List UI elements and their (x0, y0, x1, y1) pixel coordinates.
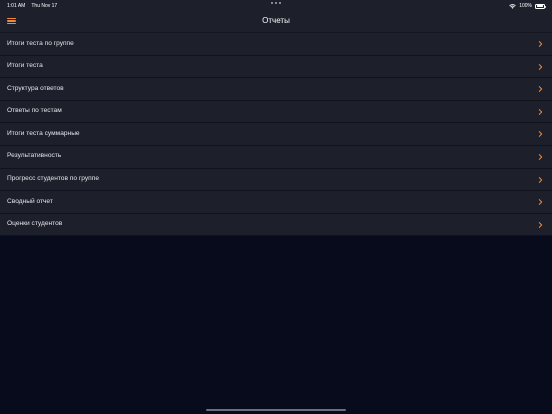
list-item-label: Сводный отчет (7, 197, 53, 205)
list-item[interactable]: Структура ответов (0, 78, 552, 101)
page-title: Отчеты (262, 16, 290, 25)
battery-icon (535, 3, 546, 9)
status-date: Thu Nov 17 (31, 3, 58, 9)
chevron-right-icon (538, 86, 543, 93)
list-item-label: Итоги теста суммарные (7, 129, 80, 137)
chevron-right-icon (538, 108, 543, 115)
chevron-right-icon (538, 199, 543, 206)
list-item-label: Результативность (7, 152, 62, 160)
list-item[interactable]: Сводный отчет (0, 191, 552, 214)
status-left: 1:01 AM Thu Nov 17 (7, 3, 57, 9)
home-indicator[interactable] (206, 409, 346, 411)
list-item-label: Структура ответов (7, 84, 64, 92)
list-item-label: Прогресс студентов по группе (7, 175, 99, 183)
list-item[interactable]: Прогресс студентов по группе (0, 168, 552, 192)
battery-percent: 100% (519, 3, 532, 9)
reports-list: Итоги теста по группе Итоги теста Структур… (0, 33, 552, 237)
list-item[interactable]: Итоги теста суммарные (0, 123, 552, 146)
chevron-right-icon (538, 221, 543, 228)
wifi-icon (509, 3, 517, 9)
list-item[interactable]: Оценки студентов (0, 213, 552, 237)
list-item[interactable]: Результативность (0, 145, 552, 169)
reports-screen: 1:01 AM Thu Nov 17 100% Отчеты Итоги тес… (0, 0, 552, 414)
chevron-right-icon (538, 41, 543, 47)
status-right: 100% (509, 3, 546, 9)
list-item[interactable]: Итоги теста по группе (0, 33, 552, 56)
list-item-label: Оценки студентов (7, 220, 63, 228)
status-time: 1:01 AM (7, 3, 26, 9)
chevron-right-icon (538, 131, 543, 138)
navigation-bar: Отчеты (0, 11, 552, 33)
list-item[interactable]: Ответы по тестам (0, 100, 552, 124)
list-item-label: Ответы по тестам (7, 107, 62, 115)
chevron-right-icon (538, 176, 543, 183)
status-bar: 1:01 AM Thu Nov 17 100% (0, 0, 552, 11)
multitasking-dots-icon[interactable] (271, 2, 281, 4)
list-item-label: Итоги теста по группе (7, 39, 74, 47)
chevron-right-icon (538, 63, 543, 70)
list-item[interactable]: Итоги теста (0, 55, 552, 79)
chevron-right-icon (538, 154, 543, 160)
list-item-label: Итоги теста (7, 62, 43, 70)
